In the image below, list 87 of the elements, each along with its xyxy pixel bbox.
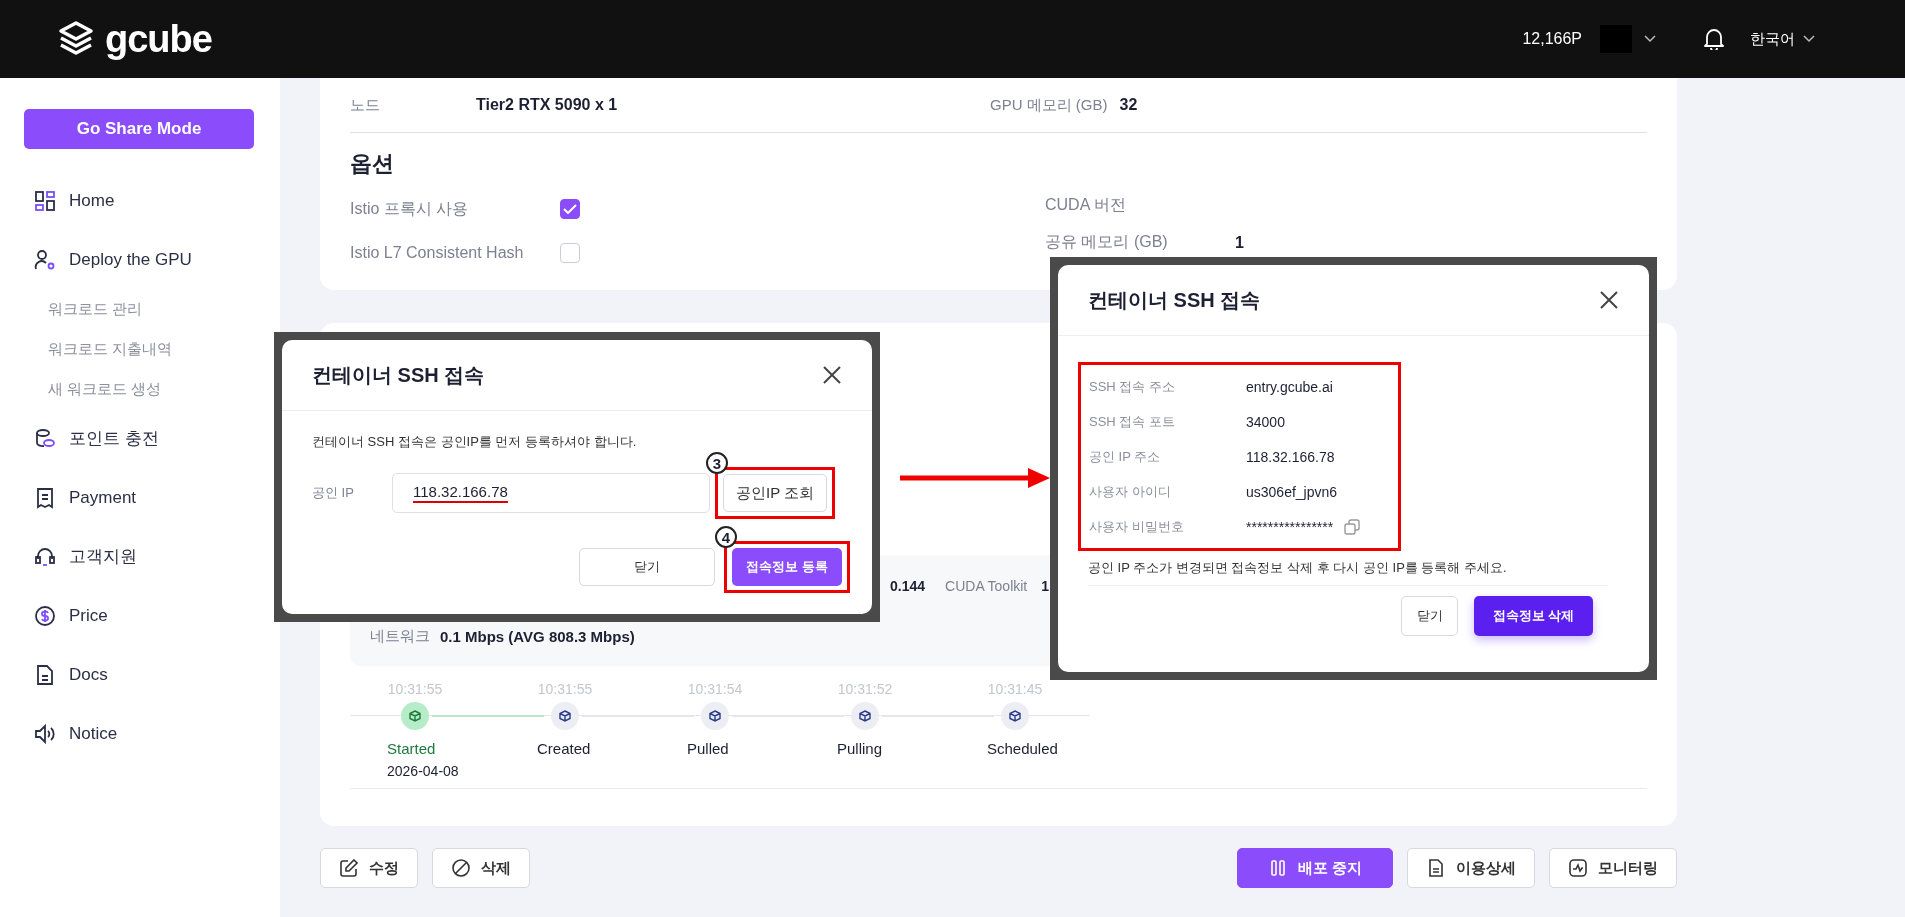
grid-icon bbox=[34, 189, 56, 212]
coins-icon bbox=[34, 427, 56, 450]
step-marker: 3 bbox=[706, 452, 728, 474]
check-icon bbox=[563, 204, 577, 214]
receipt-icon bbox=[34, 486, 56, 509]
info-value: **************** bbox=[1246, 518, 1334, 535]
speaker-icon bbox=[34, 722, 56, 745]
event-time: 10:31:54 bbox=[687, 680, 743, 699]
language-select[interactable]: 한국어 bbox=[1750, 29, 1815, 49]
ip-input-field[interactable]: 118.32.166.78 bbox=[392, 473, 710, 513]
monitoring-button[interactable]: 모니터링 bbox=[1549, 848, 1677, 888]
close-button[interactable]: 닫기 bbox=[1401, 596, 1458, 636]
document-icon bbox=[1426, 858, 1446, 878]
stop-button[interactable]: 배포 중지 bbox=[1236, 848, 1393, 888]
field-label: CUDA 버전 bbox=[1045, 195, 1127, 215]
dialog-title: 컨테이너 SSH 접속 bbox=[1088, 287, 1261, 313]
info-label: SSH 접속 포트 bbox=[1089, 412, 1176, 431]
field-label: 공인 IP bbox=[312, 484, 355, 502]
event-status: Created bbox=[537, 740, 591, 757]
event-status: Pulling bbox=[837, 740, 883, 757]
field-label: GPU 메모리 (GB) bbox=[990, 95, 1108, 115]
nav-item[interactable]: 포인트 충전 bbox=[24, 409, 256, 468]
info-label: 사용자 비밀번호 bbox=[1089, 517, 1185, 536]
event-time: 10:31:52 bbox=[837, 680, 893, 699]
nav-item[interactable]: Payment bbox=[24, 468, 256, 527]
edit-button[interactable]: 수정 bbox=[320, 848, 418, 888]
event-status: Started bbox=[387, 740, 436, 757]
checkbox-label: Istio L7 Consistent Hash bbox=[350, 244, 525, 262]
dollar-icon bbox=[34, 604, 56, 627]
details-button[interactable]: 이용상세 bbox=[1407, 848, 1535, 888]
checkbox[interactable] bbox=[560, 199, 580, 219]
delete-button[interactable]: 삭제 bbox=[432, 848, 530, 888]
event-status: Scheduled bbox=[987, 740, 1058, 757]
field-value: 0.144 bbox=[890, 578, 926, 594]
bell-icon[interactable] bbox=[1704, 28, 1724, 50]
close-icon[interactable] bbox=[1599, 290, 1619, 310]
chevron-down-icon[interactable] bbox=[1644, 35, 1656, 43]
points-balance: 12,166P bbox=[1522, 30, 1582, 48]
info-label: 사용자 아이디 bbox=[1089, 482, 1172, 501]
nav-item[interactable]: Notice bbox=[24, 704, 256, 763]
nav-item[interactable]: 고객지원 bbox=[24, 527, 256, 586]
checkbox-label: Istio 프록시 사용 bbox=[350, 198, 470, 219]
close-icon[interactable] bbox=[822, 365, 842, 385]
headset-icon bbox=[34, 545, 56, 568]
info-label: SSH 접속 주소 bbox=[1089, 377, 1176, 396]
info-value: 118.32.166.78 bbox=[1246, 448, 1335, 465]
dialog-title: 컨테이너 SSH 접속 bbox=[312, 362, 485, 388]
copy-icon[interactable] bbox=[1343, 517, 1362, 536]
document-icon bbox=[34, 663, 56, 686]
nav-item[interactable]: Deploy the GPU bbox=[24, 230, 256, 289]
info-value: 34000 bbox=[1246, 413, 1285, 430]
field-value: 1 bbox=[1041, 578, 1050, 594]
nav-item[interactable]: Home bbox=[24, 171, 256, 230]
register-button[interactable]: 접속정보 등록 bbox=[732, 548, 842, 586]
event-date: 2026-04-08 bbox=[387, 763, 459, 779]
pulse-icon bbox=[1568, 858, 1588, 878]
cube-logo-icon bbox=[57, 20, 95, 58]
step-marker: 4 bbox=[715, 526, 737, 548]
share-mode-button[interactable]: Go Share Mode bbox=[24, 109, 254, 149]
field-value: 0.1 Mbps (AVG 808.3 Mbps) bbox=[440, 628, 635, 645]
dialog-note: 공인 IP 주소가 변경되면 접속정보 삭제 후 다시 공인 IP를 등록해 주세요. bbox=[1088, 559, 1608, 586]
dialog-message: 컨테이너 SSH 접속은 공인IP를 먼저 등록하셔야 합니다. bbox=[312, 433, 638, 451]
nav-item[interactable]: Docs bbox=[24, 645, 256, 704]
info-label: 공인 IP 주소 bbox=[1089, 447, 1162, 466]
nav-item[interactable]: Price bbox=[24, 586, 256, 645]
event-status: Pulled bbox=[687, 740, 729, 757]
caret-icon bbox=[1803, 35, 1815, 43]
close-button[interactable]: 닫기 bbox=[579, 548, 715, 586]
event-time: 10:31:45 bbox=[987, 680, 1043, 699]
brand-name[interactable]: gcube bbox=[105, 17, 212, 61]
event-time: 10:31:55 bbox=[387, 680, 443, 699]
prohibited-icon bbox=[451, 858, 471, 878]
edit-icon bbox=[339, 858, 359, 878]
event-time: 10:31:55 bbox=[537, 680, 593, 699]
field-label: 노드 bbox=[350, 95, 380, 115]
delete-connection-button[interactable]: 접속정보 삭제 bbox=[1474, 596, 1593, 636]
info-value: entry.gcube.ai bbox=[1246, 378, 1333, 395]
section-title: 옵션 bbox=[350, 150, 395, 178]
field-label: CUDA Toolkit bbox=[945, 578, 1028, 594]
lookup-ip-button[interactable]: 공인IP 조회 bbox=[723, 474, 828, 512]
field-label: 네트워크 bbox=[370, 627, 430, 646]
field-value: 32 bbox=[1119, 95, 1138, 115]
info-value: us306ef_jpvn6 bbox=[1246, 483, 1338, 500]
field-value: 1 bbox=[1235, 233, 1244, 252]
user-gear-icon bbox=[34, 248, 56, 271]
field-value: Tier2 RTX 5090 x 1 bbox=[476, 95, 618, 115]
field-label: 공유 메모리 (GB) bbox=[1045, 232, 1169, 252]
